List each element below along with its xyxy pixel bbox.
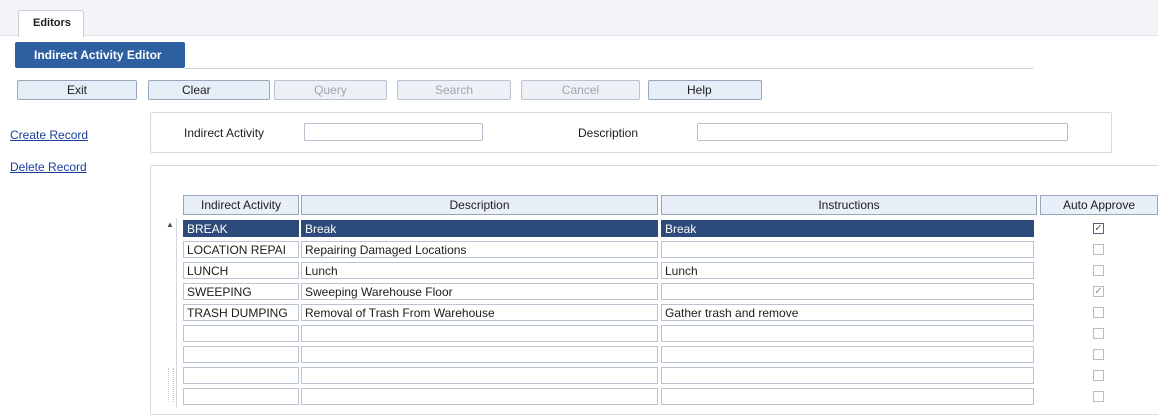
description-input[interactable] [697, 123, 1068, 141]
cell-indirect-activity[interactable]: SWEEPING [183, 283, 299, 300]
auto-approve-checkbox[interactable] [1093, 244, 1104, 255]
title-divider [185, 68, 1033, 69]
scroll-up-icon[interactable]: ▲ [166, 220, 174, 229]
cell-description[interactable]: Break [301, 220, 658, 237]
cell-instructions[interactable] [661, 283, 1034, 300]
cell-indirect-activity[interactable] [183, 325, 299, 342]
column-header-indirect-activity[interactable]: Indirect Activity [183, 195, 299, 215]
auto-approve-checkbox[interactable]: ✓ [1093, 286, 1104, 297]
cell-instructions[interactable]: Break [661, 220, 1034, 237]
help-button[interactable]: Help [648, 80, 762, 100]
cell-indirect-activity[interactable] [183, 367, 299, 384]
checkmark-icon: ✓ [1094, 286, 1103, 297]
delete-record-link[interactable]: Delete Record [10, 160, 87, 174]
cell-instructions[interactable] [661, 367, 1034, 384]
column-header-instructions[interactable]: Instructions [661, 195, 1037, 215]
scroll-grip-icon [168, 368, 174, 402]
cell-instructions[interactable]: Gather trash and remove [661, 304, 1034, 321]
auto-approve-checkbox[interactable] [1093, 265, 1104, 276]
tab-strip [0, 0, 1158, 36]
cell-description[interactable] [301, 325, 658, 342]
auto-approve-checkbox[interactable] [1093, 349, 1104, 360]
cell-indirect-activity[interactable]: LUNCH [183, 262, 299, 279]
exit-button[interactable]: Exit [17, 80, 137, 100]
checkmark-icon: ✓ [1094, 223, 1103, 234]
column-header-auto-approve[interactable]: Auto Approve [1040, 195, 1158, 215]
cell-indirect-activity[interactable]: BREAK [183, 220, 299, 237]
cell-description[interactable] [301, 388, 658, 405]
cell-indirect-activity[interactable]: LOCATION REPAI [183, 241, 299, 258]
cell-instructions[interactable] [661, 388, 1034, 405]
cell-instructions[interactable] [661, 241, 1034, 258]
cell-instructions[interactable] [661, 346, 1034, 363]
cell-description[interactable] [301, 346, 658, 363]
description-label: Description [578, 126, 639, 140]
auto-approve-checkbox[interactable] [1093, 391, 1104, 402]
tab-editors[interactable]: Editors [18, 10, 84, 37]
cell-indirect-activity[interactable] [183, 346, 299, 363]
auto-approve-checkbox[interactable] [1093, 370, 1104, 381]
auto-approve-checkbox[interactable]: ✓ [1093, 223, 1104, 234]
cell-description[interactable]: Repairing Damaged Locations [301, 241, 658, 258]
auto-approve-checkbox[interactable] [1093, 307, 1104, 318]
indirect-activity-input[interactable] [304, 123, 483, 141]
clear-button[interactable]: Clear [148, 80, 270, 100]
cell-instructions[interactable] [661, 325, 1034, 342]
auto-approve-checkbox[interactable] [1093, 328, 1104, 339]
cell-description[interactable] [301, 367, 658, 384]
cell-instructions[interactable]: Lunch [661, 262, 1034, 279]
cancel-button[interactable]: Cancel [521, 80, 640, 100]
cell-description[interactable]: Removal of Trash From Warehouse [301, 304, 658, 321]
cell-description[interactable]: Lunch [301, 262, 658, 279]
query-button[interactable]: Query [274, 80, 387, 100]
editor-title-tab: Indirect Activity Editor [15, 42, 185, 68]
cell-indirect-activity[interactable] [183, 388, 299, 405]
create-record-link[interactable]: Create Record [10, 128, 88, 142]
search-button[interactable]: Search [397, 80, 511, 100]
column-header-description[interactable]: Description [301, 195, 658, 215]
indirect-activity-label: Indirect Activity [184, 126, 265, 140]
cell-indirect-activity[interactable]: TRASH DUMPING [183, 304, 299, 321]
cell-description[interactable]: Sweeping Warehouse Floor [301, 283, 658, 300]
